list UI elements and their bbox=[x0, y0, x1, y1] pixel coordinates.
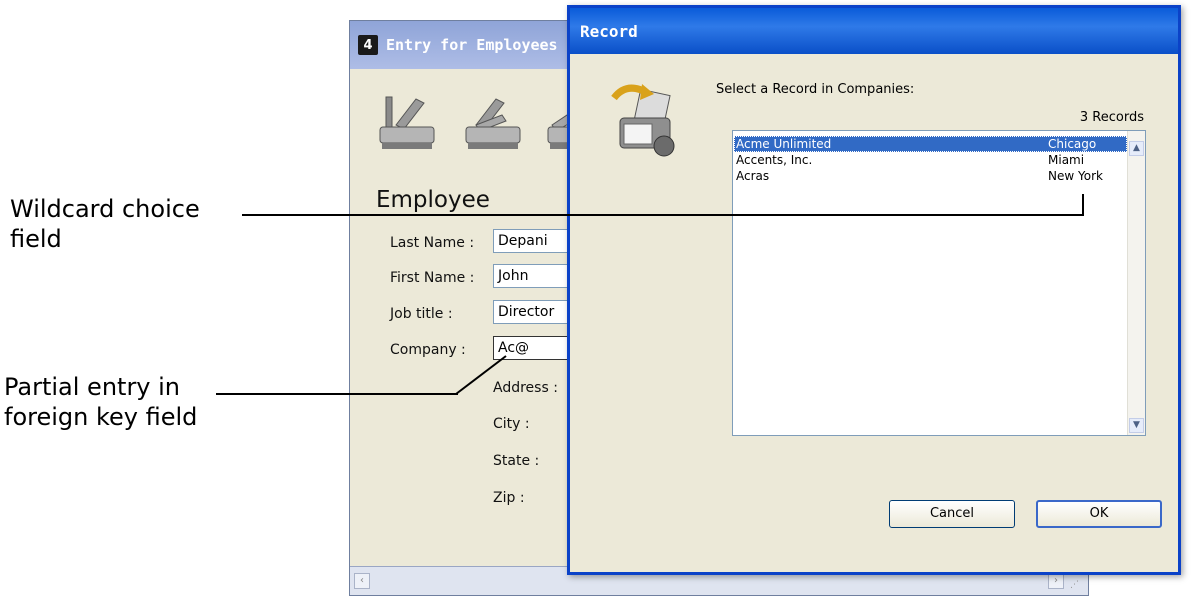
record-city: Chicago bbox=[1048, 137, 1097, 151]
previous-record-icon[interactable] bbox=[462, 91, 524, 153]
scroll-up-icon[interactable]: ▲ bbox=[1129, 141, 1144, 156]
record-dialog-titlebar[interactable]: Record bbox=[570, 8, 1178, 54]
callout-wildcard: Wildcard choice field bbox=[10, 194, 200, 254]
record-name: Acras bbox=[736, 169, 770, 183]
form-title: Employee bbox=[376, 187, 490, 213]
job-title-label: Job title : bbox=[390, 306, 453, 322]
record-name: Acme Unlimited bbox=[736, 137, 832, 151]
record-dialog: Record Select a Record in Companies: 3 R… bbox=[567, 5, 1181, 575]
callout-partial-line2: foreign key field bbox=[4, 403, 198, 431]
employee-window-title: Entry for Employees bbox=[386, 36, 558, 54]
first-record-icon[interactable] bbox=[376, 91, 438, 153]
callout-partial: Partial entry in foreign key field bbox=[4, 372, 197, 432]
state-label: State : bbox=[493, 453, 540, 469]
record-list[interactable]: Acme Unlimited Chicago Accents, Inc. Mia… bbox=[732, 130, 1146, 436]
first-name-label: First Name : bbox=[390, 270, 475, 286]
city-label: City : bbox=[493, 416, 530, 432]
resize-grip-icon[interactable]: ⋰ bbox=[1070, 579, 1082, 591]
callout-wildcard-line bbox=[242, 214, 1084, 216]
scroll-left-icon[interactable]: ‹ bbox=[354, 573, 370, 589]
4d-logo-icon: 4 bbox=[358, 35, 378, 55]
ok-button[interactable]: OK bbox=[1036, 500, 1162, 528]
list-item[interactable]: Acme Unlimited Chicago bbox=[734, 136, 1127, 152]
callout-wildcard-leader bbox=[1082, 194, 1084, 215]
record-select-icon bbox=[611, 84, 675, 157]
last-name-label: Last Name : bbox=[390, 235, 475, 251]
callout-partial-leader bbox=[455, 355, 507, 395]
scroll-right-icon[interactable]: › bbox=[1048, 573, 1064, 589]
callout-wildcard-line2: field bbox=[10, 225, 62, 253]
list-item[interactable]: Acras New York bbox=[734, 168, 1127, 184]
record-city: New York bbox=[1048, 169, 1103, 183]
record-city: Miami bbox=[1048, 153, 1085, 167]
zip-label: Zip : bbox=[493, 490, 525, 506]
callout-wildcard-line1: Wildcard choice bbox=[10, 195, 200, 223]
record-name: Accents, Inc. bbox=[736, 153, 813, 167]
callout-partial-line bbox=[216, 393, 458, 395]
vertical-scrollbar[interactable]: ▲ ▼ bbox=[1127, 131, 1145, 435]
scroll-down-icon[interactable]: ▼ bbox=[1129, 418, 1144, 433]
callout-partial-line1: Partial entry in bbox=[4, 373, 181, 401]
record-count: 3 Records bbox=[1079, 110, 1144, 125]
record-dialog-title: Record bbox=[580, 21, 638, 41]
list-item[interactable]: Accents, Inc. Miami bbox=[734, 152, 1127, 168]
record-dialog-prompt: Select a Record in Companies: bbox=[716, 82, 915, 97]
cancel-button[interactable]: Cancel bbox=[889, 500, 1015, 528]
